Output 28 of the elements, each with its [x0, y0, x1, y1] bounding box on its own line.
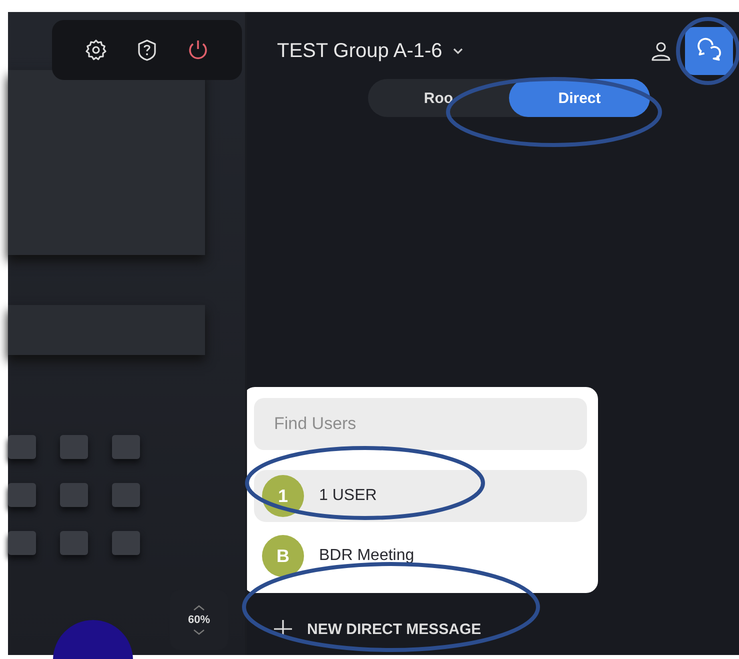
chair-shape [112, 435, 140, 459]
chair-shape [60, 531, 88, 555]
chair-shape [60, 435, 88, 459]
settings-icon[interactable] [84, 38, 108, 62]
avatar: 1 [262, 475, 304, 517]
chat-button[interactable] [685, 27, 733, 75]
user-name: BDR Meeting [319, 547, 414, 565]
chair-shape [112, 483, 140, 507]
zoom-level: 60% [188, 614, 210, 626]
user-item[interactable]: B BDR Meeting [254, 530, 587, 582]
search-field[interactable]: Find Users [254, 398, 587, 450]
avatar: B [262, 535, 304, 577]
chair-shape [8, 435, 36, 459]
new-direct-message-button[interactable]: NEW DIRECT MESSAGE [273, 615, 482, 643]
chair-shape [8, 483, 36, 507]
chair-shape [8, 531, 36, 555]
chair-shape [112, 531, 140, 555]
chair-shape [60, 483, 88, 507]
tab[interactable]: Roo [368, 79, 509, 117]
chevron-down-icon[interactable] [193, 629, 205, 635]
group-title: TEST Group A-1-6 [277, 40, 442, 62]
tab[interactable]: Direct [509, 79, 650, 117]
chevron-down-icon [452, 47, 464, 55]
user-name: 1 USER [319, 487, 377, 505]
user-icon[interactable] [649, 39, 673, 63]
group-selector[interactable]: TEST Group A-1-6 [247, 40, 649, 62]
user-item[interactable]: 1 1 USER [254, 470, 587, 522]
chevron-up-icon[interactable] [193, 605, 205, 611]
